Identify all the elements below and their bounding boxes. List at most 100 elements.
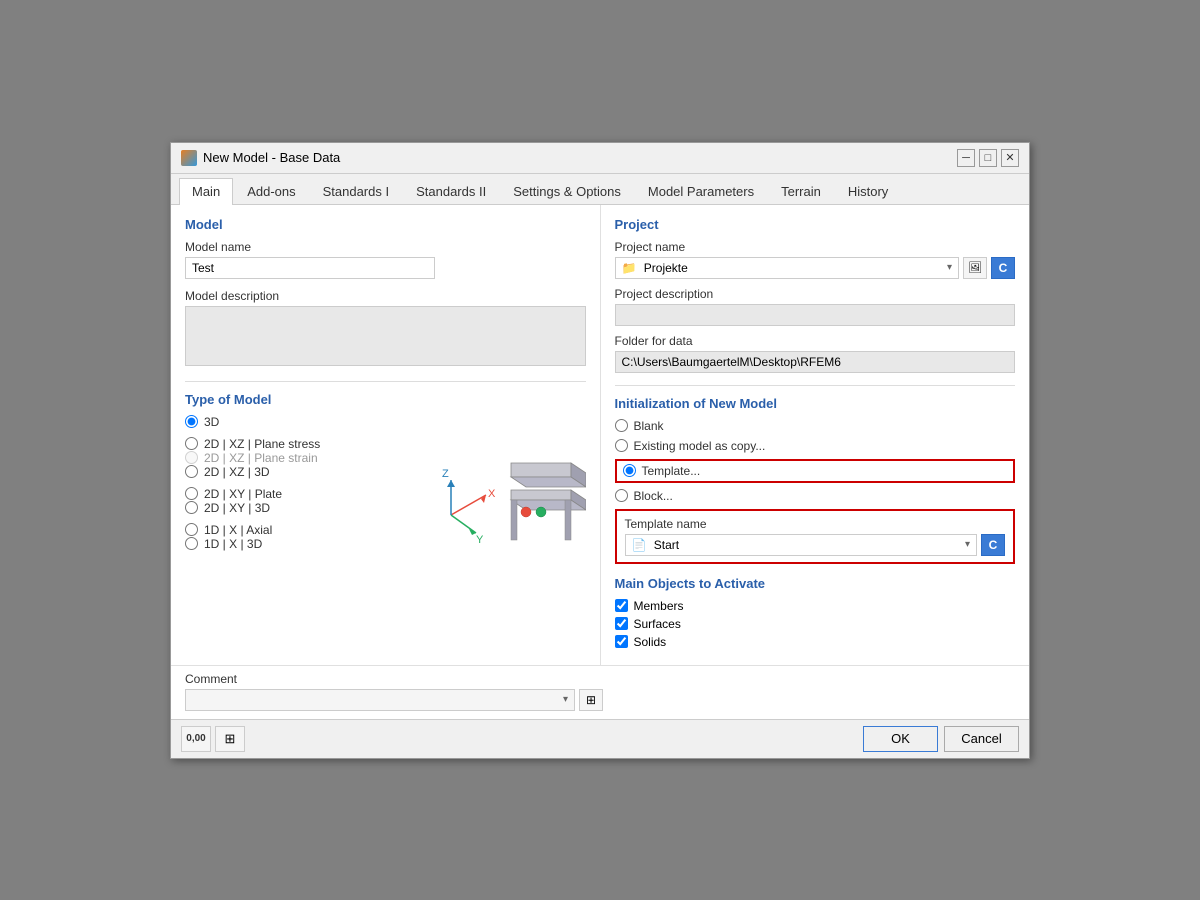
zero-icon: 0,00 bbox=[186, 733, 205, 744]
tab-standards2[interactable]: Standards II bbox=[403, 178, 499, 204]
zero-icon-button[interactable]: 0,00 bbox=[181, 726, 211, 752]
radio-3d-label: 3D bbox=[204, 415, 219, 429]
minimize-button[interactable]: ─ bbox=[957, 149, 975, 167]
radio-3d-input[interactable] bbox=[185, 415, 198, 428]
project-browse-button[interactable]: 🖼 bbox=[963, 257, 987, 279]
radio-2d-xz-3d[interactable]: 2D | XZ | 3D bbox=[185, 465, 388, 479]
tab-history[interactable]: History bbox=[835, 178, 901, 204]
model-name-input[interactable] bbox=[185, 257, 435, 279]
template-name-label: Template name bbox=[625, 517, 1006, 531]
radio-1d-x-axial[interactable]: 1D | X | Axial bbox=[185, 523, 388, 537]
checkbox-surfaces-label: Surfaces bbox=[634, 617, 681, 631]
type-section-title: Type of Model bbox=[185, 392, 586, 407]
template-name-row: 📄 Start ▾ C bbox=[625, 534, 1006, 556]
browse-icon: 🖼 bbox=[968, 261, 982, 274]
radio-2d-xy-plate[interactable]: 2D | XY | Plate bbox=[185, 487, 388, 501]
tab-addons[interactable]: Add-ons bbox=[234, 178, 308, 204]
project-name-label: Project name bbox=[615, 240, 1016, 254]
template-name-dropdown[interactable]: 📄 Start ▾ bbox=[625, 534, 978, 556]
checkbox-solids[interactable]: Solids bbox=[615, 635, 1016, 649]
init-template-label: Template... bbox=[642, 464, 701, 478]
radio-2d-xz-stress-input[interactable] bbox=[185, 437, 198, 450]
folder-data-input[interactable] bbox=[615, 351, 1016, 373]
3d-model-viz: X Y Z bbox=[396, 415, 586, 570]
init-radio-group: Blank Existing model as copy... Template… bbox=[615, 419, 1016, 503]
template-new-icon: C bbox=[989, 538, 998, 552]
copy-icon-button[interactable]: ⊞ bbox=[215, 726, 245, 752]
type-section: Type of Model 3D 2D | XZ | Plane stress bbox=[185, 392, 586, 570]
radio-2d-xz-3d-input[interactable] bbox=[185, 465, 198, 478]
tab-bar: Main Add-ons Standards I Standards II Se… bbox=[171, 174, 1029, 205]
comment-dropdown[interactable]: ▾ bbox=[185, 689, 575, 711]
init-template-input[interactable] bbox=[623, 464, 636, 477]
app-icon bbox=[181, 150, 197, 166]
comment-expand-button[interactable]: ⊞ bbox=[579, 689, 603, 711]
init-block[interactable]: Block... bbox=[615, 489, 1016, 503]
checkbox-members-input[interactable] bbox=[615, 599, 628, 612]
tab-standards1[interactable]: Standards I bbox=[310, 178, 403, 204]
radio-2d-xy-3d-input[interactable] bbox=[185, 501, 198, 514]
ok-button[interactable]: OK bbox=[863, 726, 938, 752]
checkbox-surfaces-input[interactable] bbox=[615, 617, 628, 630]
template-folder-icon: 📄 bbox=[632, 538, 647, 552]
right-panel: Project Project name 📁 Projekte ▾ 🖼 bbox=[601, 205, 1030, 665]
folder-icon: 📁 bbox=[622, 261, 637, 275]
project-name-row: 📁 Projekte ▾ 🖼 C bbox=[615, 257, 1016, 279]
type-bottom: 3D 2D | XZ | Plane stress 2D | XZ | Plan… bbox=[185, 415, 586, 570]
project-dropdown-value: 📁 Projekte bbox=[622, 261, 688, 275]
checkbox-solids-input[interactable] bbox=[615, 635, 628, 648]
comment-row: ▾ ⊞ bbox=[185, 689, 1015, 711]
comment-area: Comment ▾ ⊞ bbox=[171, 665, 1029, 719]
init-copy[interactable]: Existing model as copy... bbox=[615, 439, 1016, 453]
init-template[interactable]: Template... bbox=[623, 464, 1008, 478]
new-project-icon: C bbox=[999, 261, 1008, 275]
init-blank[interactable]: Blank bbox=[615, 419, 1016, 433]
model-section: Model Model name Model description bbox=[185, 217, 586, 369]
close-button[interactable]: ✕ bbox=[1001, 149, 1019, 167]
model-desc-input[interactable] bbox=[185, 306, 586, 366]
radio-2d-xy-plate-label: 2D | XY | Plate bbox=[204, 487, 282, 501]
model-section-title: Model bbox=[185, 217, 586, 232]
tab-terrain[interactable]: Terrain bbox=[768, 178, 834, 204]
init-section: Initialization of New Model Blank Existi… bbox=[615, 396, 1016, 649]
checkbox-surfaces[interactable]: Surfaces bbox=[615, 617, 1016, 631]
project-desc-label: Project description bbox=[615, 287, 1016, 301]
cancel-button[interactable]: Cancel bbox=[944, 726, 1019, 752]
radio-3d[interactable]: 3D bbox=[185, 415, 388, 429]
init-block-input[interactable] bbox=[615, 489, 628, 502]
project-desc-input[interactable] bbox=[615, 304, 1016, 326]
main-objects-title: Main Objects to Activate bbox=[615, 576, 1016, 591]
tab-settings-options[interactable]: Settings & Options bbox=[500, 178, 634, 204]
radio-2d-xz-strain: 2D | XZ | Plane strain bbox=[185, 451, 388, 465]
maximize-button[interactable]: □ bbox=[979, 149, 997, 167]
tab-main[interactable]: Main bbox=[179, 178, 233, 205]
radio-2d-xz-stress[interactable]: 2D | XZ | Plane stress bbox=[185, 437, 388, 451]
radio-2d-xy-3d[interactable]: 2D | XY | 3D bbox=[185, 501, 388, 515]
window-title: New Model - Base Data bbox=[203, 150, 340, 165]
template-highlight-box: Template... bbox=[615, 459, 1016, 483]
expand-icon: ⊞ bbox=[586, 693, 596, 707]
template-new-button[interactable]: C bbox=[981, 534, 1005, 556]
model-name-label: Model name bbox=[185, 240, 586, 254]
project-name-dropdown[interactable]: 📁 Projekte ▾ bbox=[615, 257, 960, 279]
template-name-box: Template name 📄 Start ▾ C bbox=[615, 509, 1016, 564]
checkbox-members[interactable]: Members bbox=[615, 599, 1016, 613]
radio-column: 3D 2D | XZ | Plane stress 2D | XZ | Plan… bbox=[185, 415, 388, 570]
dropdown-arrow-icon: ▾ bbox=[947, 262, 952, 273]
title-bar: New Model - Base Data ─ □ ✕ bbox=[171, 143, 1029, 174]
init-copy-input[interactable] bbox=[615, 439, 628, 452]
tab-model-parameters[interactable]: Model Parameters bbox=[635, 178, 767, 204]
project-section: Project Project name 📁 Projekte ▾ 🖼 bbox=[615, 217, 1016, 373]
folder-data-label: Folder for data bbox=[615, 334, 1016, 348]
radio-1d-x-3d-input[interactable] bbox=[185, 537, 198, 550]
project-section-title: Project bbox=[615, 217, 1016, 232]
project-new-button[interactable]: C bbox=[991, 257, 1015, 279]
template-dropdown-arrow-icon: ▾ bbox=[965, 539, 970, 550]
radio-1d-x-3d[interactable]: 1D | X | 3D bbox=[185, 537, 388, 551]
template-dropdown-value: 📄 Start bbox=[632, 538, 680, 552]
init-blank-input[interactable] bbox=[615, 419, 628, 432]
radio-2d-xy-plate-input[interactable] bbox=[185, 487, 198, 500]
footer-right: OK Cancel bbox=[863, 726, 1019, 752]
copy-icon: ⊞ bbox=[225, 731, 236, 747]
radio-1d-x-axial-input[interactable] bbox=[185, 523, 198, 536]
